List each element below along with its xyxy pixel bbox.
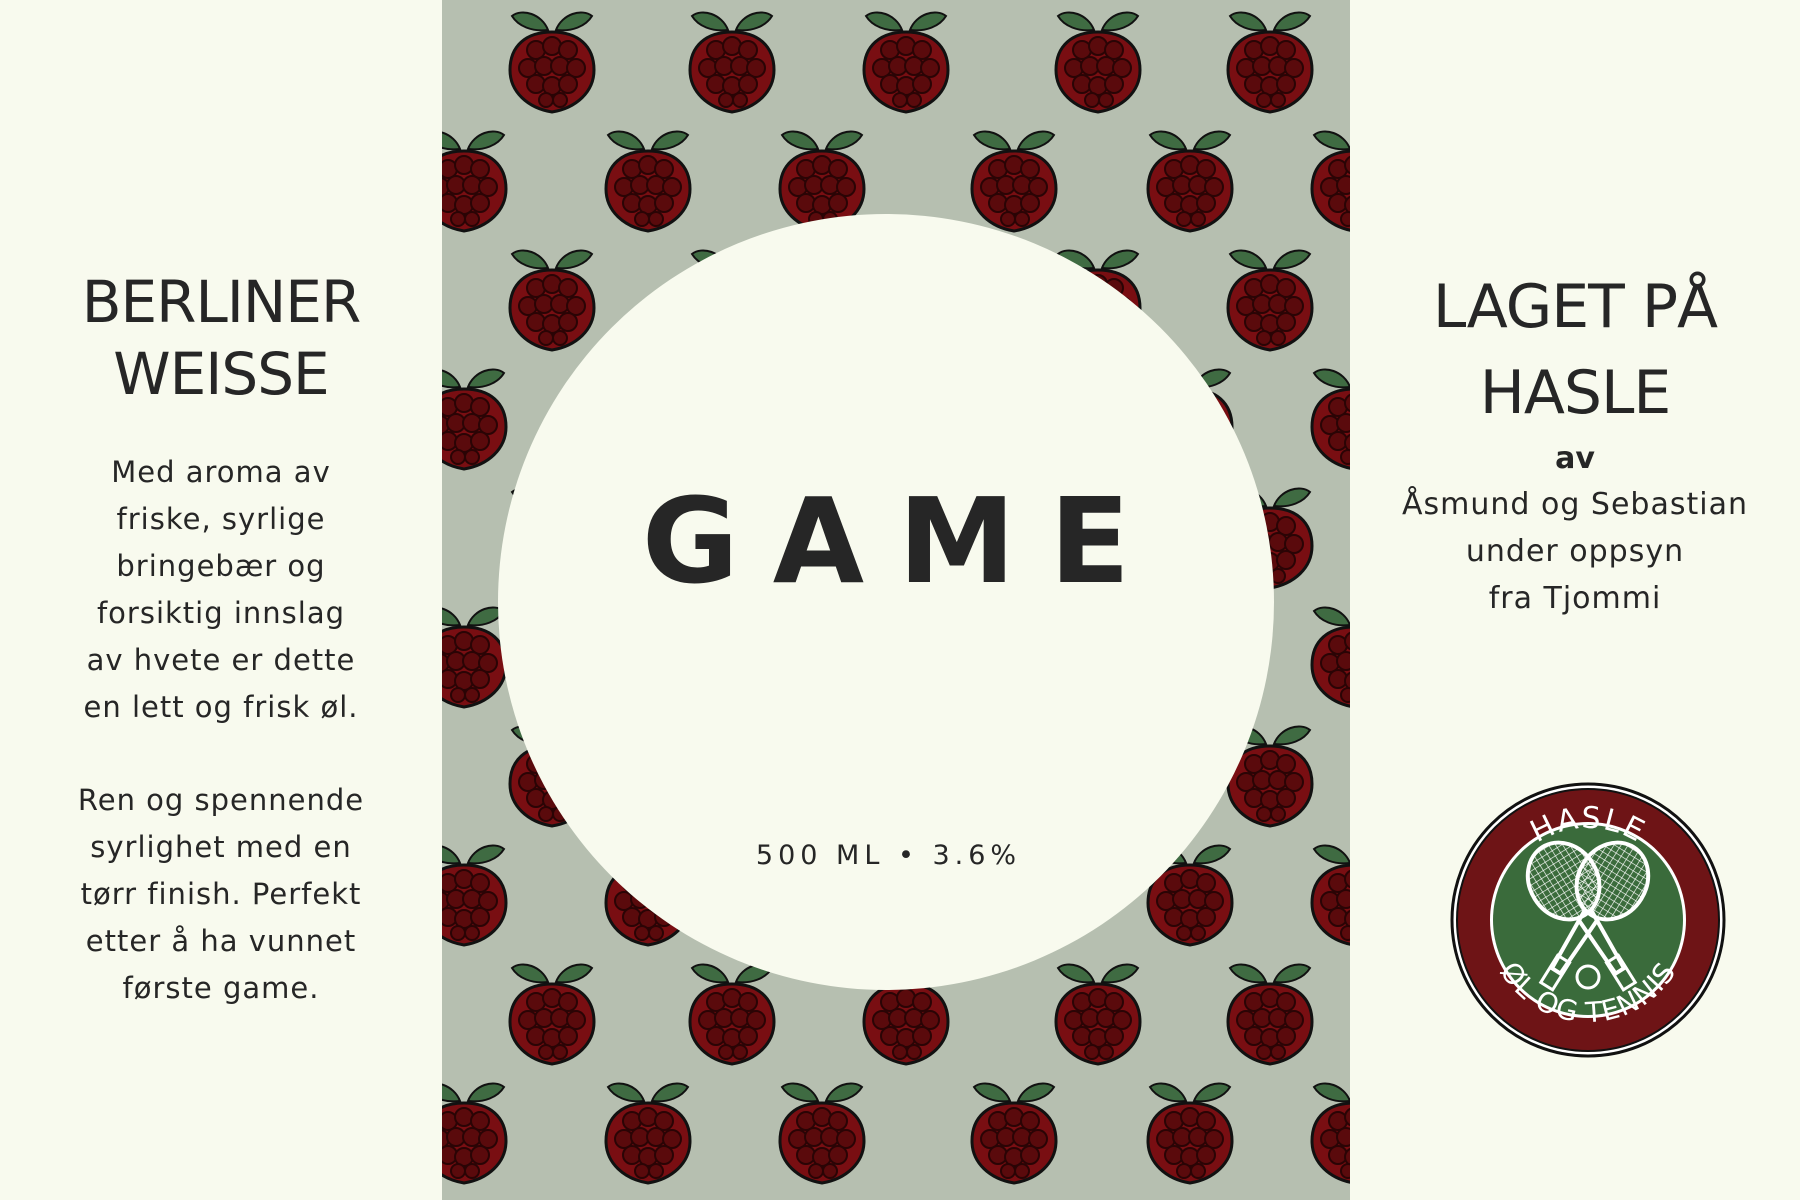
beer-style-title-line: WEISSE xyxy=(113,340,329,408)
brewed-at-title-line: HASLE xyxy=(1479,358,1672,428)
credit-line: Åsmund og Sebastian xyxy=(1402,487,1748,522)
description-line: syrlighet med en xyxy=(90,830,352,864)
description-paragraph-2: Ren og spennende syrlighet med en tørr f… xyxy=(0,777,442,1012)
credit-line: fra Tjommi xyxy=(1488,581,1662,616)
label-circle: GAME 500 ML • 3.6% xyxy=(498,214,1274,990)
center-panel: GAME 500 ML • 3.6% xyxy=(442,0,1350,1200)
brewed-at-title: LAGET PÅ HASLE xyxy=(1350,264,1800,436)
description-line: etter å ha vunnet xyxy=(85,924,357,958)
description-line: en lett og frisk øl. xyxy=(83,690,359,724)
left-panel: BERLINER WEISSE Med aroma av friske, syr… xyxy=(0,0,442,1200)
beer-name: GAME xyxy=(641,472,1165,610)
description-line: av hvete er dette xyxy=(86,643,356,677)
brewed-at-title-line: LAGET PÅ xyxy=(1432,272,1718,342)
right-panel: LAGET PÅ HASLE av Åsmund og Sebastian un… xyxy=(1350,0,1800,1200)
volume-abv: 500 ML • 3.6% xyxy=(755,840,1022,871)
by-label: av xyxy=(1555,441,1595,476)
brewer-credits: Åsmund og Sebastian under oppsyn fra Tjo… xyxy=(1350,481,1800,622)
description-line: friske, syrlige xyxy=(116,502,326,536)
description-line: første game. xyxy=(122,971,320,1005)
credit-line: under oppsyn xyxy=(1465,534,1685,569)
description-line: forsiktig innslag xyxy=(96,596,346,630)
description-line: bringebær og xyxy=(116,549,326,583)
beer-style-title-line: BERLINER xyxy=(81,268,362,336)
description-line: Ren og spennende xyxy=(77,783,365,817)
description-paragraph-1: Med aroma av friske, syrlige bringebær o… xyxy=(0,449,442,731)
beer-style-title: BERLINER WEISSE xyxy=(0,266,442,410)
hasle-logo: HASLE ØL OG TENNIS xyxy=(1450,782,1726,1058)
description-line: Med aroma av xyxy=(111,455,331,489)
description-line: tørr finish. Perfekt xyxy=(80,877,362,911)
